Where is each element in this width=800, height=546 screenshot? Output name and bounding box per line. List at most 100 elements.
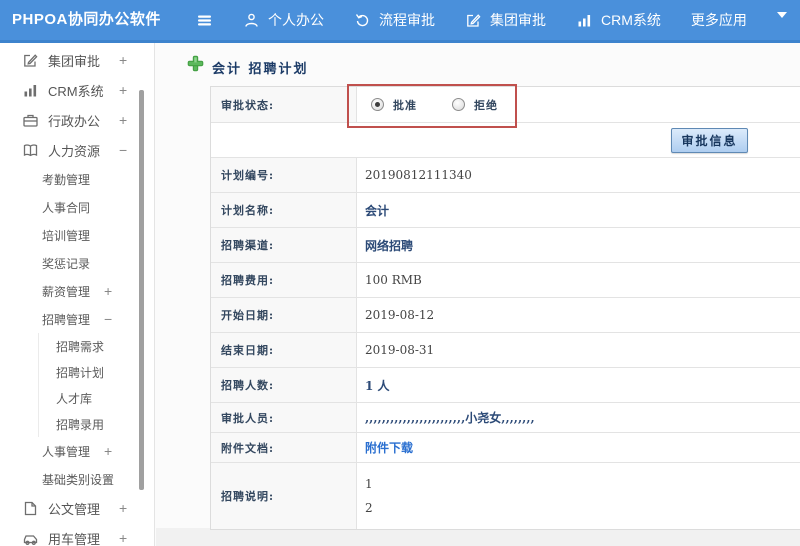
field-label: 附件文档: (211, 433, 357, 462)
page-title: 会计 招聘计划 (212, 62, 309, 77)
content-footer-strip (156, 528, 800, 546)
top-nav: 个人办公 流程审批 集团审批 CRM系统 更多应用 (196, 0, 794, 40)
field-value: 100 RMB (365, 273, 422, 287)
chart-icon (576, 12, 593, 29)
attachment-download-link[interactable]: 附件下载 (365, 439, 413, 456)
field-label: 结束日期: (211, 333, 357, 367)
table-row-start-date: 开始日期: 2019-08-12 (211, 298, 800, 333)
sidebar-item-hr-contract[interactable]: 人事合同 (0, 193, 154, 221)
field-value-cell: 2019-08-31 (357, 333, 800, 367)
sidebar-item-personnel-mgmt[interactable]: 人事管理 + (0, 437, 154, 465)
field-value: 网络招聘 (365, 238, 414, 253)
field-value-cell: 1 人 (357, 368, 800, 402)
chart-icon (22, 82, 39, 99)
field-label: 招聘人数: (211, 368, 357, 402)
sidebar-item-label: CRM系统 (48, 83, 104, 99)
sidebar-item-hr[interactable]: 人力资源 − (0, 135, 154, 165)
sidebar-item-rewards[interactable]: 奖惩记录 (0, 249, 154, 277)
sidebar-item-doc-mgmt[interactable]: 公文管理 + (0, 493, 154, 523)
nav-item-more-caret[interactable] (776, 11, 794, 29)
field-value-cell: 附件下载 (357, 433, 800, 462)
field-value-cell: 网络招聘 (357, 228, 800, 262)
field-label: 招聘渠道: (211, 228, 357, 262)
expand-icon[interactable]: + (119, 112, 127, 128)
radio-label[interactable]: 拒绝 (474, 97, 498, 113)
nav-item-process[interactable]: 流程审批 (354, 10, 435, 30)
field-label: 招聘费用: (211, 263, 357, 297)
nav-item-group[interactable]: 集团审批 (465, 10, 546, 30)
field-value: 2019-08-12 (365, 308, 435, 322)
sidebar-item-talent-pool[interactable]: 人才库 (38, 385, 154, 411)
sidebar-item-label: 奖惩记录 (42, 256, 91, 271)
nav-label: 集团审批 (490, 12, 546, 28)
description-cell: 12 (357, 463, 800, 529)
expand-icon[interactable]: + (119, 500, 127, 516)
approval-status-cell: 批准 拒绝 (357, 87, 800, 122)
car-icon (22, 530, 39, 546)
sidebar: 集团审批 + CRM系统 + 行政办公 + 人力资源 − 考勤管理 人事合同 培训管理 奖惩记录 薪资管… (0, 43, 155, 546)
collapse-icon[interactable]: − (119, 142, 127, 158)
sidebar-item-vehicle-mgmt[interactable]: 用车管理 + (0, 523, 154, 546)
field-label: 审批状态: (211, 87, 357, 122)
expand-icon[interactable]: + (119, 52, 127, 68)
sidebar-item-salary[interactable]: 薪资管理 + (0, 277, 154, 305)
doc-icon (22, 500, 39, 517)
approval-info-button[interactable]: 审批信息 (671, 128, 748, 153)
caret-down-icon (776, 11, 794, 29)
nav-label: 流程审批 (379, 12, 435, 28)
expand-icon[interactable]: + (104, 471, 112, 487)
table-row-attachment: 附件文档: 附件下载 (211, 433, 800, 463)
sidebar-item-base-category[interactable]: 基础类别设置 + (0, 465, 154, 493)
sidebar-item-admin-office[interactable]: 行政办公 + (0, 105, 154, 135)
sidebar-item-label: 人事合同 (42, 200, 91, 215)
sidebar-item-recruit-mgmt[interactable]: 招聘管理 − (0, 305, 154, 333)
field-label: 招聘说明: (211, 463, 357, 529)
sidebar-item-label: 招聘需求 (56, 339, 105, 354)
sidebar-item-label: 人事管理 (42, 444, 91, 459)
top-bar: PHPOA协同办公软件 个人办公 流程审批 集团审批 CRM系统 更多应用 (0, 0, 800, 43)
table-row-fee: 招聘费用: 100 RMB (211, 263, 800, 298)
sidebar-item-label: 人力资源 (48, 143, 101, 159)
description-line: 1 (365, 477, 373, 491)
radio-selected[interactable] (371, 98, 384, 111)
radio-label[interactable]: 批准 (393, 97, 417, 113)
briefcase-icon (22, 112, 39, 129)
field-value-cell: 20190812111340 (357, 158, 800, 192)
nav-item-more[interactable]: 更多应用 (691, 10, 747, 30)
sidebar-scrollbar[interactable] (139, 90, 144, 490)
sidebar-item-label: 薪资管理 (42, 284, 91, 299)
edit-icon (465, 12, 482, 29)
expand-icon[interactable]: + (119, 82, 127, 98)
nav-item-menu[interactable] (196, 12, 213, 29)
sidebar-item-label: 考勤管理 (42, 172, 91, 187)
sidebar-item-label: 用车管理 (48, 531, 101, 546)
nav-item-crm[interactable]: CRM系统 (576, 10, 661, 30)
sidebar-item-attendance[interactable]: 考勤管理 (0, 165, 154, 193)
nav-item-personal[interactable]: 个人办公 (243, 10, 324, 30)
expand-icon[interactable]: + (104, 283, 112, 299)
expand-icon[interactable]: + (119, 530, 127, 546)
field-label: 开始日期: (211, 298, 357, 332)
sidebar-item-training[interactable]: 培训管理 (0, 221, 154, 249)
sidebar-item-label: 公文管理 (48, 501, 101, 517)
sidebar-item-recruit-need[interactable]: 招聘需求 (38, 333, 154, 359)
book-icon (22, 142, 39, 159)
sidebar-item-group-approval[interactable]: 集团审批 + (0, 45, 154, 75)
table-row-channel: 招聘渠道: 网络招聘 (211, 228, 800, 263)
sidebar-item-label: 培训管理 (42, 228, 91, 243)
field-value-cell: 2019-08-12 (357, 298, 800, 332)
sidebar-item-label: 招聘管理 (42, 312, 91, 327)
collapse-icon[interactable]: − (104, 311, 112, 327)
sidebar-item-recruit-hire[interactable]: 招聘录用 (38, 411, 154, 437)
sidebar-item-recruit-plan[interactable]: 招聘计划 (38, 359, 154, 385)
field-value: 2019-08-31 (365, 343, 435, 357)
radio-unselected[interactable] (452, 98, 465, 111)
sidebar-item-label: 人才库 (56, 391, 93, 406)
expand-icon[interactable]: + (104, 443, 112, 459)
table-row: 审批状态: 批准 拒绝 (211, 87, 800, 123)
field-value-cell: 100 RMB (357, 263, 800, 297)
edit-icon (22, 52, 39, 69)
sidebar-item-crm-system[interactable]: CRM系统 + (0, 75, 154, 105)
table-row-description: 招聘说明: 1 2 (211, 463, 800, 529)
field-label: 计划名称: (211, 193, 357, 227)
